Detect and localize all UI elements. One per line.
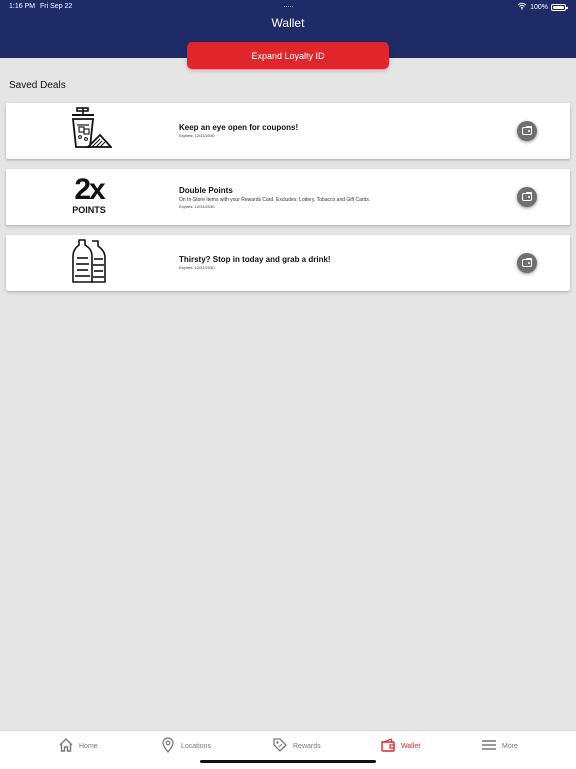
home-icon [58, 737, 74, 755]
status-date: Fri Sep 22 [40, 3, 73, 10]
tab-wallet[interactable]: Wallet [380, 737, 420, 755]
tag-icon [272, 737, 288, 755]
deal-image-double-points: 2x POINTS [61, 173, 117, 221]
deal-card-coupons[interactable]: Keep an eye open for coupons! Expires: 1… [6, 103, 570, 159]
deal-card-drinks[interactable]: Thirsty? Stop in today and grab a drink!… [6, 235, 570, 291]
deal-title: Thirsty? Stop in today and grab a drink! [179, 255, 331, 264]
deal-description: On In-Store Items with your Rewards Card… [179, 197, 371, 203]
location-pin-icon [160, 737, 176, 755]
wallet-icon[interactable] [517, 187, 537, 207]
deal-image-drinks [61, 237, 117, 290]
wallet-glyph [522, 258, 532, 267]
home-indicator [200, 760, 376, 763]
tab-label: More [502, 742, 518, 750]
wallet-icon [380, 737, 396, 755]
tab-label: Home [79, 742, 98, 750]
bottom-tab-bar: Home Locations Rewards Wallet More [0, 730, 576, 769]
menu-icon [481, 737, 497, 755]
double-points-graphic: 2x POINTS [61, 175, 117, 219]
deal-content-double-points: Double Points On In-Store Items with you… [179, 186, 509, 210]
multitasking-dots [284, 6, 293, 8]
tab-rewards[interactable]: Rewards [272, 737, 321, 755]
tab-label: Rewards [293, 742, 321, 750]
tab-home[interactable]: Home [58, 737, 98, 755]
deal-content-coupons: Keep an eye open for coupons! Expires: 1… [179, 123, 509, 139]
deal-expiry: Expires: 12/31/2030 [179, 133, 215, 138]
wallet-icon[interactable] [517, 253, 537, 273]
expand-loyalty-id-button[interactable]: Expand Loyalty ID [187, 42, 389, 69]
deal-image-coupons [61, 106, 117, 156]
tab-more[interactable]: More [481, 737, 518, 755]
bottles-icon [70, 237, 108, 290]
deal-content-drinks: Thirsty? Stop in today and grab a drink!… [179, 255, 509, 271]
points-multiplier: 2x [74, 173, 105, 206]
battery-icon [551, 3, 568, 11]
soda-cup-nachos-icon [66, 106, 114, 156]
deal-title: Double Points [179, 186, 233, 195]
wallet-glyph [522, 192, 532, 201]
wifi-icon [517, 2, 527, 12]
status-right-cluster: 100% [517, 2, 568, 12]
deal-expiry: Expires: 12/31/2030 [179, 265, 215, 270]
status-bar: 1:16 PM Fri Sep 22 100% [0, 0, 576, 14]
wallet-glyph [522, 126, 532, 135]
page-title: Wallet [271, 16, 305, 30]
points-label: POINTS [72, 205, 106, 215]
deal-card-double-points[interactable]: 2x POINTS Double Points On In-Store Item… [6, 169, 570, 225]
wallet-icon[interactable] [517, 121, 537, 141]
tab-label: Wallet [401, 742, 421, 750]
tab-locations[interactable]: Locations [160, 737, 211, 755]
tab-label: Locations [181, 742, 211, 750]
battery-label: 100% [530, 3, 548, 11]
deal-title: Keep an eye open for coupons! [179, 123, 299, 132]
status-time: 1:16 PM [9, 3, 36, 10]
saved-deals-heading: Saved Deals [9, 80, 66, 91]
deal-expiry: Expires: 12/31/2030 [179, 204, 215, 209]
